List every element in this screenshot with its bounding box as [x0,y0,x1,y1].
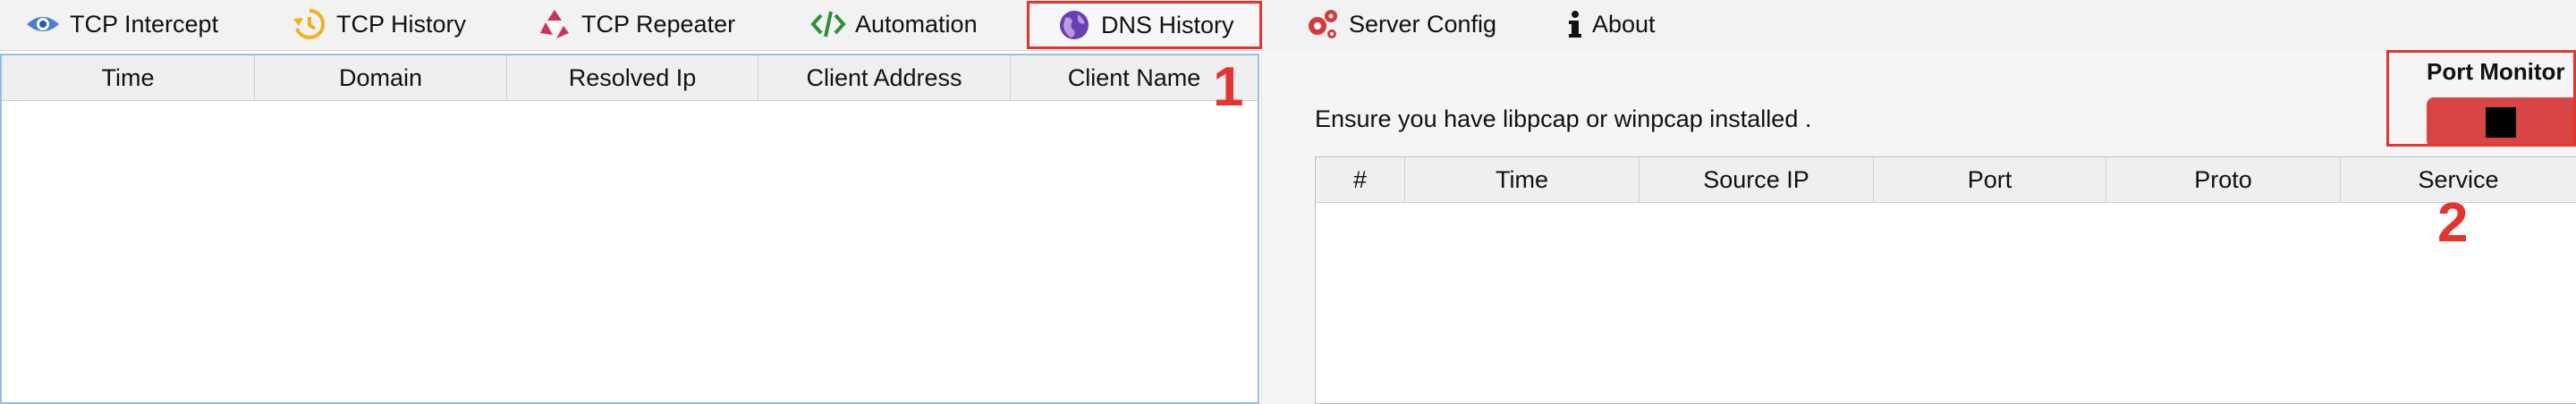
gears-icon [1304,6,1340,42]
column-header-client-address[interactable]: Client Address [758,55,1011,100]
column-header-time[interactable]: Time [2,55,255,100]
table-header: Time Domain Resolved Ip Client Address C… [2,55,1258,101]
port-monitor-stop-button[interactable] [2427,97,2573,144]
tab-tcp-intercept[interactable]: TCP Intercept [25,0,218,48]
annotation-marker-2: 2 [2437,192,2469,254]
dns-history-table[interactable]: Time Domain Resolved Ip Client Address C… [0,54,1259,404]
column-header-time[interactable]: Time [1405,157,1640,202]
recycle-icon [537,6,572,42]
column-header-resolved-ip[interactable]: Resolved Ip [507,55,758,100]
tab-tcp-repeater[interactable]: TCP Repeater [537,0,735,48]
history-icon [292,6,327,42]
eye-icon [25,6,61,42]
tab-label: TCP Repeater [581,10,736,38]
port-monitor-label: Port Monitor [2427,58,2565,85]
tab-label: Server Config [1349,10,1497,38]
column-header-domain[interactable]: Domain [255,55,507,100]
tab-label: Automation [855,10,978,38]
column-header-port[interactable]: Port [1874,157,2106,202]
port-monitor-control: Port Monitor [2386,50,2576,147]
tab-tcp-history[interactable]: TCP History [292,0,466,48]
annotation-marker-1: 1 [1213,56,1244,118]
column-header-number[interactable]: # [1316,157,1405,202]
column-header-proto[interactable]: Proto [2106,157,2341,202]
stop-icon [2486,107,2516,138]
code-icon [810,6,846,42]
info-icon [1565,6,1585,42]
globe-icon [1056,7,1092,43]
tab-label: TCP Intercept [70,10,219,38]
main-tab-bar: TCP Intercept TCP History TCP Repeater A… [0,0,2576,51]
tab-about[interactable]: About [1565,0,1656,48]
tab-label: DNS History [1101,11,1234,38]
tab-automation[interactable]: Automation [810,0,978,48]
port-monitor-table[interactable]: # Time Source IP Port Proto Service [1315,156,2576,404]
tab-label: TCP History [336,10,467,38]
tab-dns-history[interactable]: DNS History [1027,1,1262,49]
table-header: # Time Source IP Port Proto Service [1316,157,2576,203]
libpcap-info-text: Ensure you have libpcap or winpcap insta… [1315,105,1812,132]
tab-label: About [1592,10,1656,38]
column-header-source-ip[interactable]: Source IP [1640,157,1874,202]
tab-server-config[interactable]: Server Config [1304,0,1496,48]
